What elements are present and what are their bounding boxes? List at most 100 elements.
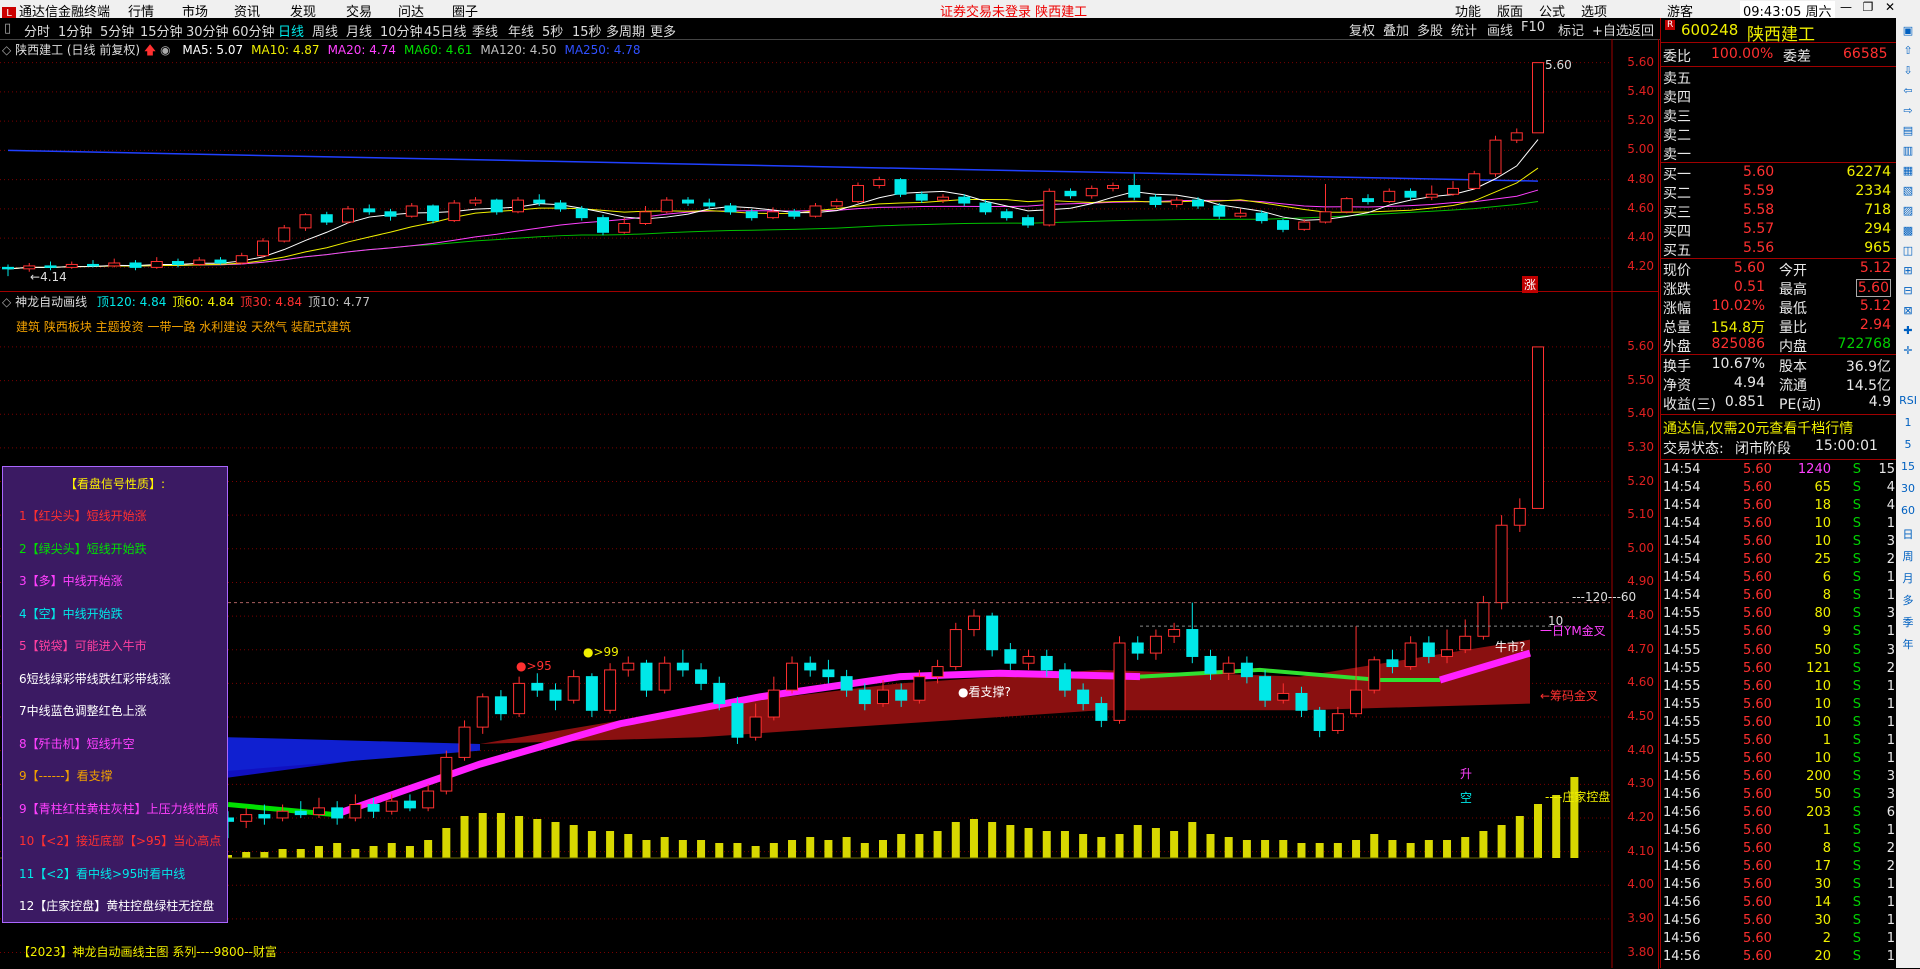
side-tool-icon[interactable]: ⊟ — [1899, 284, 1917, 297]
main-chart-header: ◇ 陕西建工 (日线 前复权) 🡅 ◉ MA5: 5.07 MA10: 4.87 M… — [2, 41, 641, 62]
tick-side: S — [1852, 552, 1861, 568]
side-tool-icon[interactable]: ▥ — [1899, 144, 1917, 157]
collapse-icon[interactable]: ◇ — [2, 295, 11, 309]
side-period-button[interactable]: 年 — [1899, 636, 1917, 652]
side-period-button[interactable]: 日 — [1899, 526, 1917, 542]
side-tool-icon[interactable]: ▤ — [1899, 124, 1917, 137]
tick-price: 5.60 — [1743, 534, 1772, 550]
buy-level-row[interactable]: 买五 5.56 965 — [1663, 240, 1895, 259]
buy-level-row[interactable]: 买一 5.60 62274 — [1663, 164, 1895, 183]
sub-candle — [658, 662, 671, 691]
main-candle — [257, 240, 269, 257]
price-axis-label: 5.60 — [1627, 54, 1654, 69]
side-tool-icon[interactable]: ▦ — [1899, 164, 1917, 177]
side-tool-icon[interactable]: ⊠ — [1899, 304, 1917, 317]
side-tool-icon[interactable]: ⇩ — [1899, 64, 1917, 77]
side-tool-icon[interactable]: ⊞ — [1899, 264, 1917, 277]
side-period-button[interactable]: 5 — [1899, 438, 1917, 451]
stat-row: 外盘 825086 内盘 722768 — [1663, 336, 1895, 355]
side-tool-icon[interactable]: ▣ — [1899, 24, 1917, 37]
sub-candle — [1532, 346, 1544, 509]
ma250-line — [7, 149, 1539, 182]
price-axis-label: 4.20 — [1627, 809, 1654, 824]
sub-candle — [476, 696, 489, 728]
volume-bar — [1151, 828, 1160, 858]
promo-row[interactable]: 通达信,仅需20元查看千档行情 — [1663, 418, 1895, 438]
tick-time: 14:56 — [1663, 895, 1701, 911]
buy-level-label: 买五 — [1663, 243, 1691, 259]
volume-bar — [1060, 831, 1069, 858]
sell-level-row[interactable]: 卖四 — [1663, 87, 1895, 106]
volume-bar — [751, 846, 760, 858]
side-period-button[interactable]: 15 — [1899, 460, 1917, 473]
tick-count: 3 — [1886, 786, 1895, 802]
order-ratio-value: 100.00% — [1711, 46, 1774, 62]
side-period-button[interactable]: 季 — [1899, 614, 1917, 630]
side-period-button[interactable]: 月 — [1899, 570, 1917, 586]
close-icon[interactable]: ✕ — [1880, 0, 1900, 18]
legend-item: 10【<2】接近底部【>95】当心高点 — [19, 834, 222, 848]
side-tool-icon[interactable]: ▨ — [1899, 204, 1917, 217]
trade-status-value: 闭市阶段 — [1735, 441, 1791, 457]
main-candle — [23, 265, 36, 270]
sell-level-row[interactable]: 卖二 — [1663, 125, 1895, 144]
main-candle — [1425, 193, 1438, 198]
settings-icon[interactable]: ◉ — [160, 43, 170, 57]
stat-label: 最低 — [1779, 301, 1807, 317]
price-axis-label: 4.30 — [1627, 776, 1654, 791]
side-period-button[interactable]: RSI — [1899, 394, 1917, 407]
fundamental-label: 换手 — [1663, 359, 1691, 375]
minimize-icon[interactable]: — — [1836, 0, 1856, 18]
side-period-button[interactable]: 60 — [1899, 504, 1917, 517]
price-axis-label: 4.60 — [1627, 675, 1654, 690]
side-tool-icon[interactable]: ✚ — [1899, 324, 1917, 337]
sell-level-row[interactable]: 卖三 — [1663, 106, 1895, 125]
side-tool-icon[interactable]: ⇨ — [1899, 104, 1917, 117]
side-period-button[interactable]: 多 — [1899, 592, 1917, 608]
collapse-icon[interactable]: ◇ — [2, 43, 11, 57]
fundamental-row: 换手 10.67% 股本 36.9亿 — [1663, 356, 1895, 375]
side-period-button[interactable]: 1 — [1899, 416, 1917, 429]
buy-level-row[interactable]: 买三 5.58 718 — [1663, 202, 1895, 221]
main-candle — [1489, 139, 1502, 175]
buy-level-volume: 2334 — [1855, 183, 1891, 199]
sell-level-row[interactable]: 卖一 — [1663, 144, 1895, 163]
sub-candle — [931, 666, 944, 678]
sub-candle — [967, 615, 980, 631]
tick-row: 14:56 5.60 17 S 2 — [1663, 859, 1895, 877]
side-tool-icon[interactable]: ▩ — [1899, 224, 1917, 237]
side-tool-icon[interactable]: ⇦ — [1899, 84, 1917, 97]
main-candle — [172, 261, 184, 265]
main-candle — [490, 199, 503, 213]
tick-side: S — [1852, 768, 1861, 784]
main-candle — [1192, 199, 1204, 207]
sub-candle — [822, 669, 835, 678]
volume-bar — [278, 849, 287, 858]
promo-text[interactable]: 通达信,仅需20元查看千档行情 — [1663, 418, 1853, 438]
tick-price: 5.60 — [1743, 895, 1772, 911]
tick-time: 14:56 — [1663, 913, 1701, 929]
buy-level-row[interactable]: 买二 5.59 2334 — [1663, 183, 1895, 202]
tick-side: S — [1852, 804, 1861, 820]
main-candle — [1043, 190, 1056, 226]
restore-icon[interactable]: ❐ — [1858, 0, 1878, 18]
tick-side: S — [1852, 877, 1861, 893]
kline-chart[interactable] — [0, 0, 1660, 968]
tick-price: 5.60 — [1743, 804, 1772, 820]
stat-label: 涨幅 — [1663, 301, 1691, 317]
tick-price: 5.60 — [1743, 732, 1772, 748]
side-tool-icon[interactable]: ⇧ — [1899, 44, 1917, 57]
side-period-button[interactable]: 30 — [1899, 482, 1917, 495]
buy-level-row[interactable]: 买四 5.57 294 — [1663, 221, 1895, 240]
tick-volume: 14 — [1814, 895, 1831, 911]
price-axis-label: 5.00 — [1627, 540, 1654, 555]
main-chart-title: 陕西建工 (日线 前复权) — [15, 43, 141, 57]
stock-code: 600248 — [1681, 21, 1739, 39]
sell-level-row[interactable]: 卖五 — [1663, 68, 1895, 87]
volume-bar — [1370, 834, 1379, 858]
side-period-button[interactable]: 周 — [1899, 548, 1917, 564]
side-tool-icon[interactable]: ✛ — [1899, 344, 1917, 357]
main-candle — [129, 262, 142, 268]
side-tool-icon[interactable]: ◫ — [1899, 244, 1917, 257]
side-tool-icon[interactable]: ▧ — [1899, 184, 1917, 197]
